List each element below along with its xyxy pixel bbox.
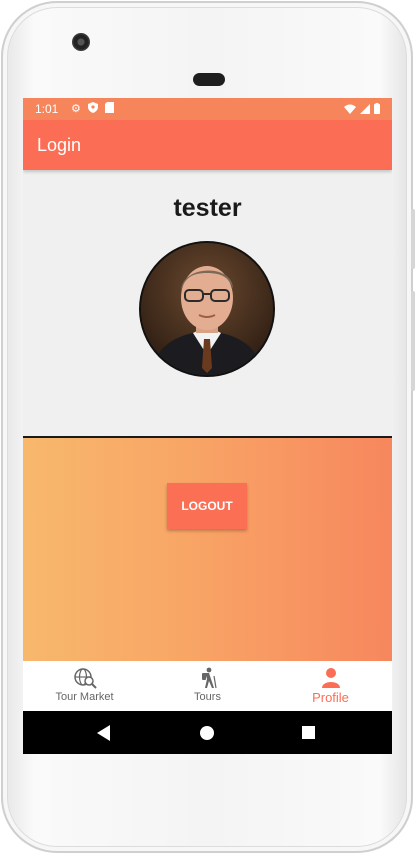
power-button: [411, 209, 415, 269]
tab-tour-market-label: Tour Market: [55, 691, 114, 703]
person-icon: [319, 667, 343, 689]
tab-tours-label: Tours: [194, 691, 221, 703]
profile-avatar: [139, 241, 275, 377]
earpiece-speaker: [193, 73, 225, 86]
tab-tour-market[interactable]: Tour Market: [23, 661, 146, 711]
hiker-icon: [196, 667, 220, 689]
tab-profile-label: Profile: [312, 690, 349, 705]
volume-button: [411, 291, 415, 391]
shield-icon: [87, 102, 98, 116]
notification-icons: ⚙: [71, 102, 114, 116]
profile-username: tester: [173, 194, 242, 222]
home-icon[interactable]: [200, 726, 214, 745]
sd-card-icon: [104, 102, 114, 116]
system-navigation-bar: [23, 711, 392, 754]
phone-frame: 1:01 ⚙ Login tester LOGOUT Tour Market T…: [1, 1, 415, 853]
app-bar: Login: [23, 120, 392, 170]
avatar-photo: [141, 243, 273, 375]
cell-signal-icon: [360, 103, 370, 117]
tab-tours[interactable]: Tours: [146, 661, 269, 711]
bottom-navigation: Tour Market Tours Profile: [23, 661, 392, 711]
logout-button[interactable]: LOGOUT: [167, 483, 247, 529]
page-title: Login: [37, 135, 82, 155]
battery-icon: [374, 103, 380, 117]
status-bar: 1:01 ⚙: [23, 98, 392, 120]
globe-search-icon: [73, 667, 97, 689]
status-time: 1:01: [35, 102, 59, 116]
wifi-icon: [344, 103, 356, 117]
actions-panel: LOGOUT: [23, 438, 392, 661]
system-icons: [344, 103, 380, 117]
tab-profile[interactable]: Profile: [269, 661, 392, 711]
settings-gear-icon: ⚙: [71, 103, 81, 115]
front-camera: [72, 33, 90, 51]
recents-icon[interactable]: [302, 726, 315, 744]
app-screen: 1:01 ⚙ Login tester LOGOUT Tour Market T…: [23, 98, 392, 754]
back-icon[interactable]: [97, 725, 111, 746]
